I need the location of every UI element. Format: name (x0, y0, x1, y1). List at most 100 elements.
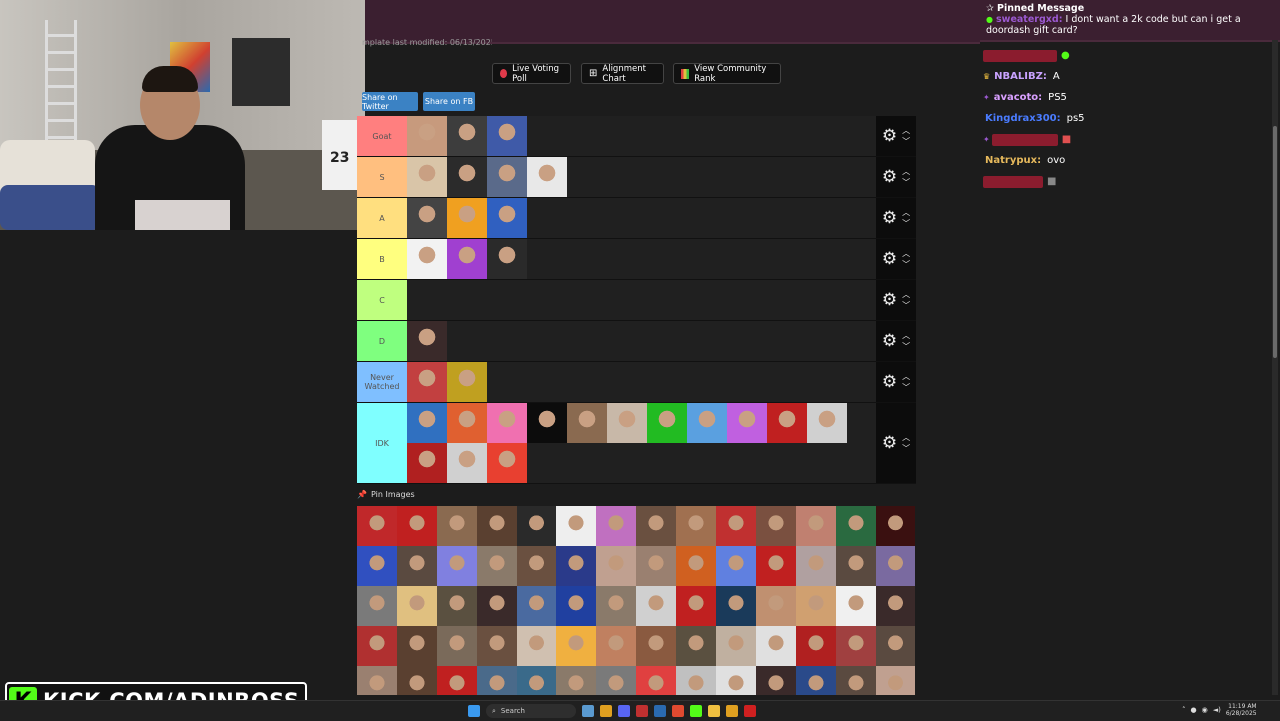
pool-image-tile[interactable] (875, 546, 916, 586)
pool-image-tile[interactable] (396, 506, 437, 546)
pool-image-tile[interactable] (357, 586, 397, 626)
creator-tile[interactable] (407, 321, 447, 361)
pool-image-tile[interactable] (516, 666, 557, 695)
pool-image-tile[interactable] (636, 506, 677, 546)
chevron-up-icon[interactable]: ︿ (902, 289, 910, 300)
pool-image-tile[interactable] (636, 666, 677, 695)
tier-label[interactable]: Never Watched (357, 362, 407, 402)
chevron-up-icon[interactable]: ︿ (902, 207, 910, 218)
pool-image-tile[interactable] (755, 506, 796, 546)
chevron-down-icon[interactable]: ﹀ (902, 443, 910, 454)
gear-icon[interactable]: ⚙ (882, 250, 897, 268)
pool-image-tile[interactable] (357, 626, 397, 666)
pool-image-tile[interactable] (795, 506, 836, 546)
creator-tile[interactable] (487, 443, 527, 483)
pool-image-tile[interactable] (357, 546, 397, 586)
microphone-icon[interactable]: ● (1191, 706, 1197, 714)
chevron-up-icon[interactable]: ︿ (902, 125, 910, 136)
chevron-down-icon[interactable]: ﹀ (902, 136, 910, 147)
pool-image-tile[interactable] (396, 546, 437, 586)
tier-label[interactable]: A (357, 198, 407, 238)
network-icon[interactable]: ◉ (1202, 706, 1208, 714)
pool-image-tile[interactable] (835, 506, 876, 546)
pool-image-tile[interactable] (755, 546, 796, 586)
pool-image-tile[interactable] (476, 506, 517, 546)
alignment-chart-button[interactable]: ⊞ Alignment Chart (581, 63, 664, 84)
creator-tile[interactable] (767, 403, 807, 443)
pool-image-tile[interactable] (476, 626, 517, 666)
tier-label[interactable]: B (357, 239, 407, 279)
pool-image-tile[interactable] (396, 666, 437, 695)
chevron-down-icon[interactable]: ﹀ (902, 177, 910, 188)
gear-icon[interactable]: ⚙ (882, 209, 897, 227)
creator-tile[interactable] (407, 239, 447, 279)
pool-image-tile[interactable] (396, 626, 437, 666)
creator-tile[interactable] (647, 403, 687, 443)
pool-image-tile[interactable] (795, 666, 836, 695)
chat-username[interactable]: Natrypux: (983, 154, 1043, 167)
chat-username[interactable]: avacoto: (992, 91, 1044, 104)
view-community-rank-button[interactable]: View Community Rank (673, 63, 781, 84)
creator-tile[interactable] (487, 116, 527, 156)
folder-icon[interactable] (708, 705, 720, 717)
share-fb-button[interactable]: Share on FB (423, 92, 475, 111)
pool-image-tile[interactable] (875, 666, 916, 695)
pool-image-tile[interactable] (716, 666, 756, 695)
pinned-user[interactable]: sweatergxd: (996, 14, 1062, 25)
widgets-icon[interactable] (582, 705, 594, 717)
creator-tile[interactable] (407, 116, 447, 156)
pool-image-tile[interactable] (795, 546, 836, 586)
creator-tile[interactable] (447, 157, 487, 197)
pool-image-tile[interactable] (755, 626, 796, 666)
steam-icon[interactable] (654, 705, 666, 717)
tier-label[interactable]: Goat (357, 116, 407, 156)
chevron-up-icon[interactable]: ︿ (902, 248, 910, 259)
pool-image-tile[interactable] (636, 586, 677, 626)
pool-image-tile[interactable] (476, 666, 517, 695)
creator-tile[interactable] (447, 443, 487, 483)
creator-tile[interactable] (527, 403, 567, 443)
creator-tile[interactable] (407, 403, 447, 443)
creator-tile[interactable] (447, 362, 487, 402)
pool-image-tile[interactable] (636, 626, 677, 666)
pool-image-tile[interactable] (516, 546, 557, 586)
creator-tile[interactable] (487, 403, 527, 443)
share-twitter-button[interactable]: Share on Twitter (362, 92, 418, 111)
pool-image-tile[interactable] (716, 506, 756, 546)
chevron-down-icon[interactable]: ﹀ (902, 259, 910, 270)
pool-image-tile[interactable] (596, 626, 637, 666)
pool-image-tile[interactable] (795, 586, 836, 626)
chevron-up-icon[interactable]: ︿ (902, 166, 910, 177)
pool-image-tile[interactable] (436, 506, 477, 546)
tier-label[interactable]: IDK (357, 403, 407, 483)
pool-image-tile[interactable] (436, 666, 477, 695)
creator-tile[interactable] (447, 116, 487, 156)
pool-image-tile[interactable] (436, 586, 477, 626)
gear-icon[interactable]: ⚙ (882, 373, 897, 391)
pool-image-tile[interactable] (476, 546, 517, 586)
pool-image-tile[interactable] (835, 666, 876, 695)
creator-tile[interactable] (407, 157, 447, 197)
pool-image-tile[interactable] (676, 586, 717, 626)
discord-icon[interactable] (618, 705, 630, 717)
pool-image-tile[interactable] (755, 586, 796, 626)
creator-tile[interactable] (447, 198, 487, 238)
pool-image-tile[interactable] (396, 586, 437, 626)
pool-image-tile[interactable] (516, 626, 557, 666)
pool-image-tile[interactable] (596, 666, 637, 695)
pool-image-tile[interactable] (875, 626, 916, 666)
creator-tile[interactable] (487, 157, 527, 197)
pool-image-tile[interactable] (835, 586, 876, 626)
taskbar-search[interactable]: ⌕ Search (486, 704, 576, 718)
chevron-down-icon[interactable]: ﹀ (902, 300, 910, 311)
volume-icon[interactable]: ◄) (1213, 706, 1221, 714)
pool-image-tile[interactable] (596, 506, 637, 546)
chat-username[interactable]: NBALIBZ: (992, 70, 1049, 83)
chevron-down-icon[interactable]: ﹀ (902, 218, 910, 229)
creator-tile[interactable] (607, 403, 647, 443)
kick-app-icon[interactable] (690, 705, 702, 717)
tier-label[interactable]: D (357, 321, 407, 361)
gear-icon[interactable]: ⚙ (882, 332, 897, 350)
windows-start-icon[interactable] (468, 705, 480, 717)
creator-tile[interactable] (447, 239, 487, 279)
